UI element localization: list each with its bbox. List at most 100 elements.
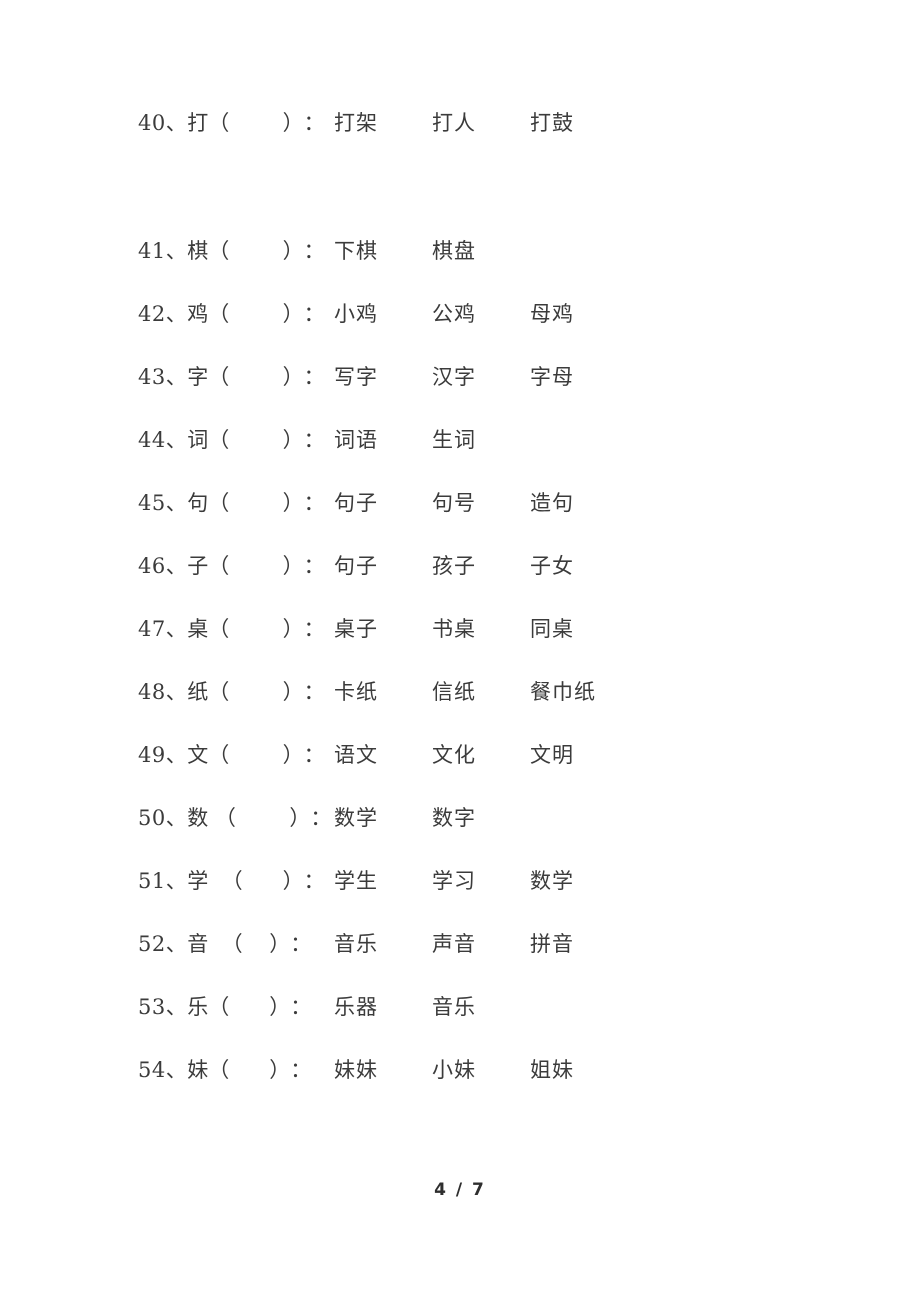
row-number: 51、 (138, 869, 188, 893)
example-word: 语文 (334, 743, 378, 767)
row-number: 43、 (138, 365, 188, 389)
answer-blank[interactable] (229, 357, 282, 397)
colon: ： (303, 491, 325, 515)
open-paren: （ (208, 995, 230, 1019)
answer-blank[interactable] (229, 1050, 269, 1090)
target-character: 鸡 (187, 302, 209, 326)
colon: ： (303, 743, 325, 767)
target-character: 子 (187, 554, 209, 578)
exercise-row: 51、学 （ ）： 学生 学习 数学 (138, 861, 778, 924)
answer-blank[interactable] (243, 924, 270, 964)
example-word: 小鸡 (334, 302, 378, 326)
example-word: 打人 (432, 111, 476, 135)
row-number: 53、 (138, 995, 188, 1019)
exercise-row: 52、音 （ ）： 音乐 声音 拼音 (138, 924, 778, 987)
exercise-row: 42、鸡（ ）： 小鸡 公鸡 母鸡 (138, 294, 778, 357)
example-word: 拼音 (530, 932, 574, 956)
answer-blank[interactable] (243, 861, 283, 901)
open-paren: （ (208, 428, 230, 452)
close-paren: ） (282, 111, 304, 135)
row-prompt: 53、乐（ ）： (138, 987, 311, 1027)
answer-blank[interactable] (229, 103, 282, 143)
example-word: 汉字 (432, 365, 476, 389)
answer-blank[interactable] (229, 672, 282, 712)
exercise-row: 49、文（ ）： 语文 文化 文明 (138, 735, 778, 798)
answer-blank[interactable] (236, 798, 289, 838)
close-paren: ） (282, 554, 304, 578)
colon: ： (303, 680, 325, 704)
row-prompt: 48、纸（ ）： (138, 672, 325, 712)
document-page: 40、打（ ）： 打架 打人 打鼓 41、棋（ ）： 下棋 棋盘 42、鸡（ ）： 小鸡 公鸡 母鸡… (0, 0, 920, 1302)
row-prompt: 50、数 （ ）： (138, 798, 331, 838)
close-paren: ） (282, 365, 304, 389)
target-character: 学 (187, 869, 209, 893)
example-word: 音乐 (432, 995, 476, 1019)
page-footer: 4 / 7 (0, 1180, 920, 1200)
example-word: 学习 (432, 869, 476, 893)
answer-blank[interactable] (229, 420, 282, 460)
example-word: 书桌 (432, 617, 476, 641)
row-number: 47、 (138, 617, 188, 641)
answer-blank[interactable] (229, 294, 282, 334)
open-paren: （ (208, 111, 230, 135)
exercise-row: 46、子（ ）： 句子 孩子 子女 (138, 546, 778, 609)
target-character: 乐 (187, 995, 209, 1019)
colon: ： (303, 617, 325, 641)
colon: ： (290, 1058, 312, 1082)
exercise-row: 54、妹（ ）： 妹妹 小妹 姐妹 (138, 1050, 778, 1113)
row-number: 42、 (138, 302, 188, 326)
open-paren: （ (208, 365, 230, 389)
example-word: 姐妹 (530, 1058, 574, 1082)
row-number: 49、 (138, 743, 188, 767)
target-character: 字 (187, 365, 209, 389)
row-number: 40、 (138, 111, 188, 135)
exercise-row: 48、纸（ ）： 卡纸 信纸 餐巾纸 (138, 672, 778, 735)
target-character: 棋 (187, 239, 209, 263)
example-word: 下棋 (334, 239, 378, 263)
example-word: 字母 (530, 365, 574, 389)
answer-blank[interactable] (229, 609, 282, 649)
colon: ： (303, 302, 325, 326)
example-word: 孩子 (432, 554, 476, 578)
exercise-row: 45、句（ ）： 句子 句号 造句 (138, 483, 778, 546)
target-character: 打 (187, 111, 209, 135)
answer-blank[interactable] (229, 483, 282, 523)
row-number: 50、 (138, 806, 188, 830)
exercise-list: 40、打（ ）： 打架 打人 打鼓 41、棋（ ）： 下棋 棋盘 42、鸡（ ）： 小鸡 公鸡 母鸡… (138, 103, 778, 1113)
example-word: 学生 (334, 869, 378, 893)
close-paren: ） (282, 428, 304, 452)
colon: ： (310, 806, 332, 830)
colon: ： (303, 111, 325, 135)
answer-blank[interactable] (229, 987, 269, 1027)
exercise-row: 50、数 （ ）： 数学 数字 (138, 798, 778, 861)
exercise-row: 41、棋（ ）： 下棋 棋盘 (138, 231, 778, 294)
answer-blank[interactable] (229, 735, 282, 775)
row-number: 45、 (138, 491, 188, 515)
colon: ： (303, 428, 325, 452)
example-word: 打鼓 (530, 111, 574, 135)
exercise-row: 43、字（ ）： 写字 汉字 字母 (138, 357, 778, 420)
close-paren: ） (269, 932, 291, 956)
open-paren: （ (208, 932, 243, 956)
example-word: 生词 (432, 428, 476, 452)
open-paren: （ (208, 680, 230, 704)
example-word: 声音 (432, 932, 476, 956)
example-word: 公鸡 (432, 302, 476, 326)
close-paren: ） (269, 995, 291, 1019)
target-character: 桌 (187, 617, 209, 641)
open-paren: （ (208, 743, 230, 767)
example-word: 文化 (432, 743, 476, 767)
row-prompt: 46、子（ ）： (138, 546, 325, 586)
answer-blank[interactable] (229, 231, 282, 271)
example-word: 卡纸 (334, 680, 378, 704)
close-paren: ） (289, 806, 311, 830)
example-word: 词语 (334, 428, 378, 452)
answer-blank[interactable] (229, 546, 282, 586)
row-number: 52、 (138, 932, 188, 956)
open-paren: （ (208, 869, 243, 893)
example-word: 句子 (334, 554, 378, 578)
open-paren: （ (208, 554, 230, 578)
page-number-label: 4 / 7 (434, 1180, 486, 1200)
row-prompt: 43、字（ ）： (138, 357, 325, 397)
close-paren: ） (282, 239, 304, 263)
